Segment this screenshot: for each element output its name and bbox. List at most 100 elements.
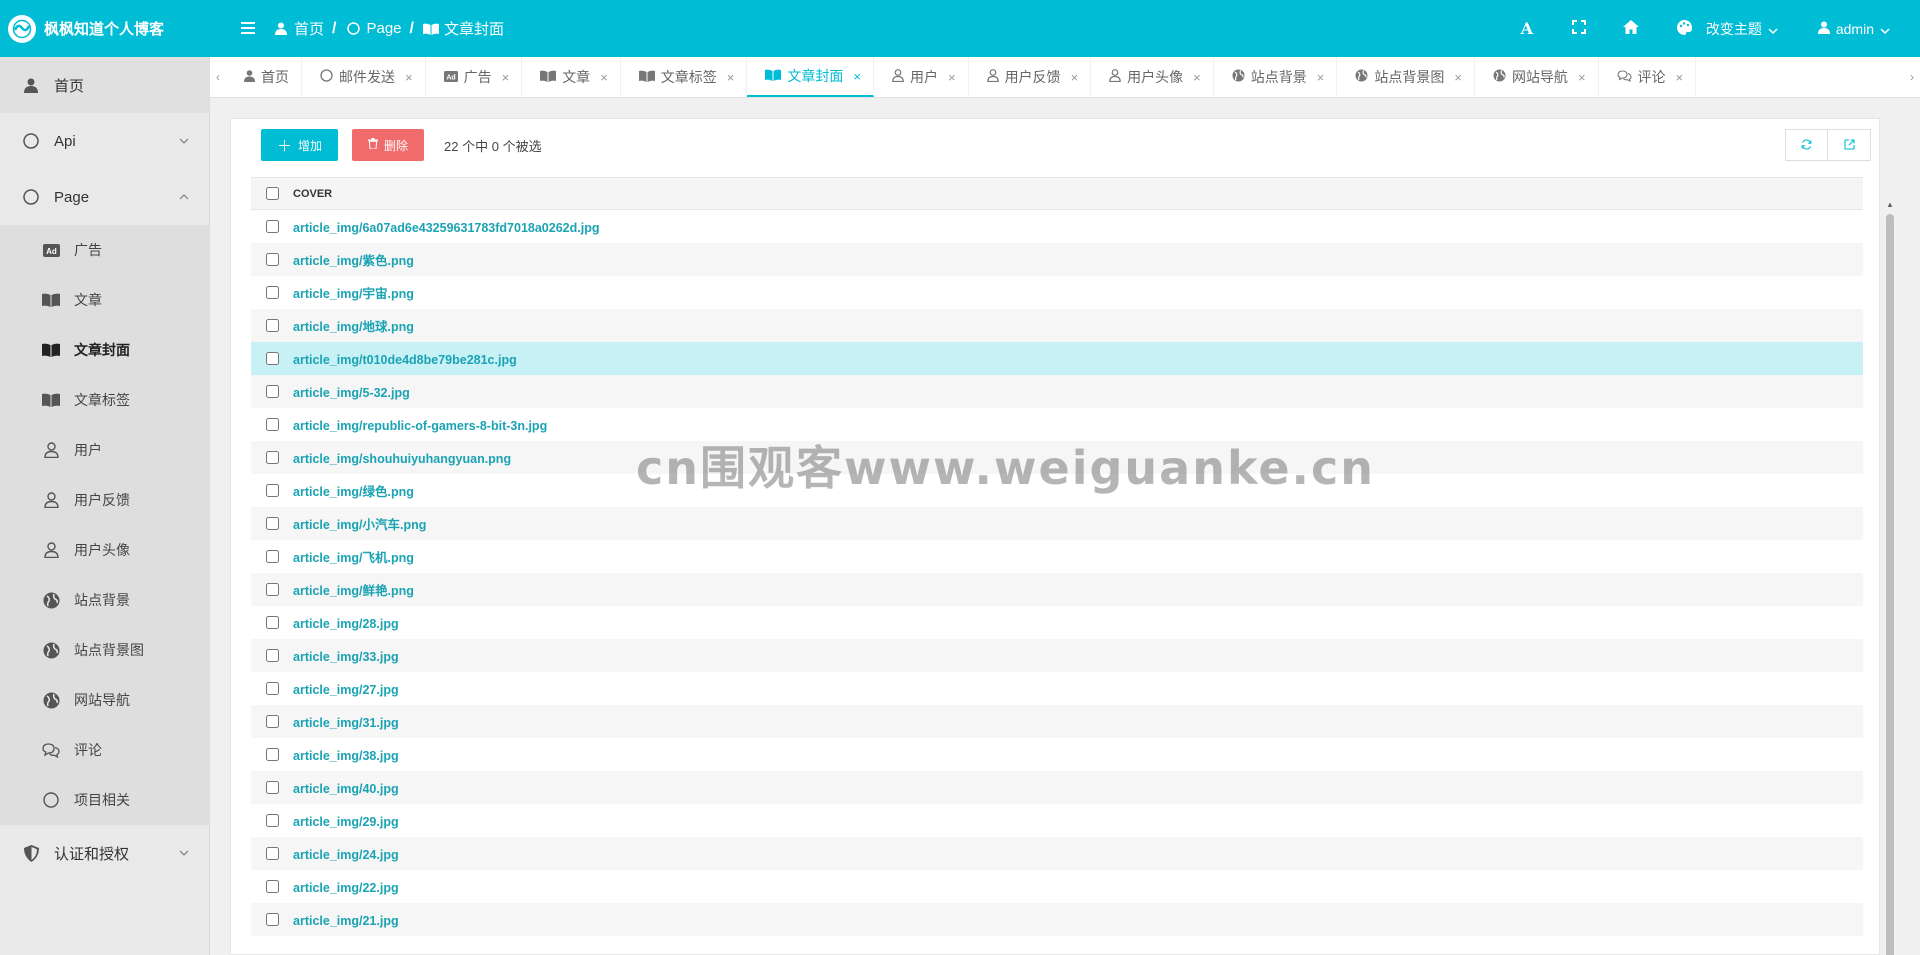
table-row[interactable]: article_img/24.jpg: [251, 837, 1863, 870]
tab-site-background[interactable]: 站点背景 ×: [1214, 57, 1338, 97]
cover-link[interactable]: article_img/t010de4d8be79be281c.jpg: [293, 353, 517, 367]
cover-link[interactable]: article_img/27.jpg: [293, 683, 399, 697]
sidebar-item-project[interactable]: 项目相关: [0, 775, 209, 825]
sidebar-item-api[interactable]: Api: [0, 113, 209, 169]
tab-scroll-left-button[interactable]: ‹: [210, 57, 226, 97]
row-checkbox[interactable]: [265, 418, 279, 431]
tab-mail[interactable]: 邮件发送 ×: [302, 57, 426, 97]
table-row[interactable]: article_img/小汽车.png: [251, 507, 1863, 540]
row-checkbox[interactable]: [265, 220, 279, 233]
cover-link[interactable]: article_img/29.jpg: [293, 815, 399, 829]
tab-user[interactable]: 用户 ×: [874, 57, 969, 97]
logo[interactable]: 枫枫知道个人博客: [0, 0, 210, 57]
menu-toggle-icon[interactable]: [228, 18, 268, 39]
row-checkbox[interactable]: [265, 583, 279, 596]
close-icon[interactable]: ×: [405, 70, 413, 85]
font-size-button[interactable]: A: [1501, 0, 1553, 57]
row-checkbox[interactable]: [265, 550, 279, 563]
tab-user-avatar[interactable]: 用户头像 ×: [1091, 57, 1214, 97]
tab-scroll-right-button[interactable]: ›: [1904, 57, 1920, 97]
cover-link[interactable]: article_img/republic-of-gamers-8-bit-3n.…: [293, 419, 547, 433]
table-row[interactable]: article_img/飞机.png: [251, 540, 1863, 573]
close-icon[interactable]: ×: [1193, 70, 1201, 85]
cover-link[interactable]: article_img/地球.png: [293, 320, 414, 334]
close-icon[interactable]: ×: [1676, 70, 1684, 85]
cover-link[interactable]: article_img/24.jpg: [293, 848, 399, 862]
tab-article[interactable]: 文章 ×: [522, 57, 621, 97]
sidebar-item-article[interactable]: 文章: [0, 275, 209, 325]
breadcrumb-home[interactable]: 首页: [272, 18, 324, 39]
tab-article-tag[interactable]: 文章标签 ×: [621, 57, 748, 97]
scrollbar-thumb[interactable]: [1886, 214, 1894, 955]
table-row[interactable]: article_img/宇宙.png: [251, 276, 1863, 309]
table-row[interactable]: article_img/shouhuiyuhangyuan.png: [251, 441, 1863, 474]
sidebar-item-site-navigation[interactable]: 网站导航: [0, 675, 209, 725]
sidebar-item-user-avatar[interactable]: 用户头像: [0, 525, 209, 575]
close-icon[interactable]: ×: [1578, 70, 1586, 85]
table-row[interactable]: article_img/38.jpg: [251, 738, 1863, 771]
row-checkbox[interactable]: [265, 352, 279, 365]
table-row[interactable]: article_img/22.jpg: [251, 870, 1863, 903]
tab-ad[interactable]: Ad 广告 ×: [426, 57, 523, 97]
table-row[interactable]: article_img/31.jpg: [251, 705, 1863, 738]
table-row[interactable]: article_img/鲜艳.png: [251, 573, 1863, 606]
row-checkbox[interactable]: [265, 319, 279, 332]
table-row[interactable]: article_img/28.jpg: [251, 606, 1863, 639]
row-checkbox[interactable]: [265, 517, 279, 530]
user-dropdown[interactable]: admin: [1798, 0, 1920, 57]
row-checkbox[interactable]: [265, 451, 279, 464]
row-checkbox[interactable]: [265, 682, 279, 695]
row-checkbox[interactable]: [265, 880, 279, 893]
sidebar-item-user-feedback[interactable]: 用户反馈: [0, 475, 209, 525]
row-checkbox[interactable]: [265, 814, 279, 827]
cover-link[interactable]: article_img/40.jpg: [293, 782, 399, 796]
close-icon[interactable]: ×: [1071, 70, 1079, 85]
row-checkbox[interactable]: [265, 715, 279, 728]
cover-link[interactable]: article_img/紫色.png: [293, 254, 414, 268]
export-button[interactable]: [1828, 129, 1871, 161]
cover-link[interactable]: article_img/6a07ad6e43259631783fd7018a02…: [293, 221, 599, 235]
cover-link[interactable]: article_img/宇宙.png: [293, 287, 414, 301]
close-icon[interactable]: ×: [727, 70, 735, 85]
table-row[interactable]: article_img/绿色.png: [251, 474, 1863, 507]
table-row[interactable]: article_img/紫色.png: [251, 243, 1863, 276]
refresh-button[interactable]: [1785, 129, 1828, 161]
column-header-cover[interactable]: COVER: [293, 188, 332, 200]
table-row[interactable]: article_img/5-32.jpg: [251, 375, 1863, 408]
delete-button[interactable]: 删除: [352, 129, 425, 161]
table-row[interactable]: article_img/republic-of-gamers-8-bit-3n.…: [251, 408, 1863, 441]
breadcrumb-page[interactable]: Page: [344, 20, 402, 38]
table-row[interactable]: article_img/t010de4d8be79be281c.jpg: [251, 342, 1863, 375]
sidebar-item-comment[interactable]: 评论: [0, 725, 209, 775]
sidebar-item-site-background-image[interactable]: 站点背景图: [0, 625, 209, 675]
row-checkbox[interactable]: [265, 253, 279, 266]
row-checkbox[interactable]: [265, 847, 279, 860]
close-icon[interactable]: ×: [948, 70, 956, 85]
cover-link[interactable]: article_img/22.jpg: [293, 881, 399, 895]
tab-site-navigation[interactable]: 网站导航 ×: [1475, 57, 1599, 97]
cover-link[interactable]: article_img/31.jpg: [293, 716, 399, 730]
close-icon[interactable]: ×: [600, 70, 608, 85]
close-icon[interactable]: ×: [1454, 70, 1462, 85]
cover-link[interactable]: article_img/鲜艳.png: [293, 584, 414, 598]
cover-link[interactable]: article_img/小汽车.png: [293, 518, 426, 532]
table-row[interactable]: article_img/21.jpg: [251, 903, 1863, 936]
sidebar-item-user[interactable]: 用户: [0, 425, 209, 475]
cover-link[interactable]: article_img/飞机.png: [293, 551, 414, 565]
close-icon[interactable]: ×: [1317, 70, 1325, 85]
table-row[interactable]: article_img/地球.png: [251, 309, 1863, 342]
cover-link[interactable]: article_img/28.jpg: [293, 617, 399, 631]
cover-link[interactable]: article_img/33.jpg: [293, 650, 399, 664]
table-row[interactable]: article_img/33.jpg: [251, 639, 1863, 672]
table-row[interactable]: article_img/29.jpg: [251, 804, 1863, 837]
cover-link[interactable]: article_img/5-32.jpg: [293, 386, 410, 400]
row-checkbox[interactable]: [265, 616, 279, 629]
sidebar-item-home[interactable]: 首页: [0, 57, 209, 113]
sidebar-item-ad[interactable]: Ad 广告: [0, 225, 209, 275]
add-button[interactable]: ＋ 增加: [261, 129, 339, 161]
close-icon[interactable]: ×: [853, 69, 861, 84]
table-row[interactable]: article_img/27.jpg: [251, 672, 1863, 705]
row-checkbox[interactable]: [265, 913, 279, 926]
sidebar-item-page[interactable]: Page: [0, 169, 209, 225]
tab-site-background-image[interactable]: 站点背景图 ×: [1337, 57, 1475, 97]
